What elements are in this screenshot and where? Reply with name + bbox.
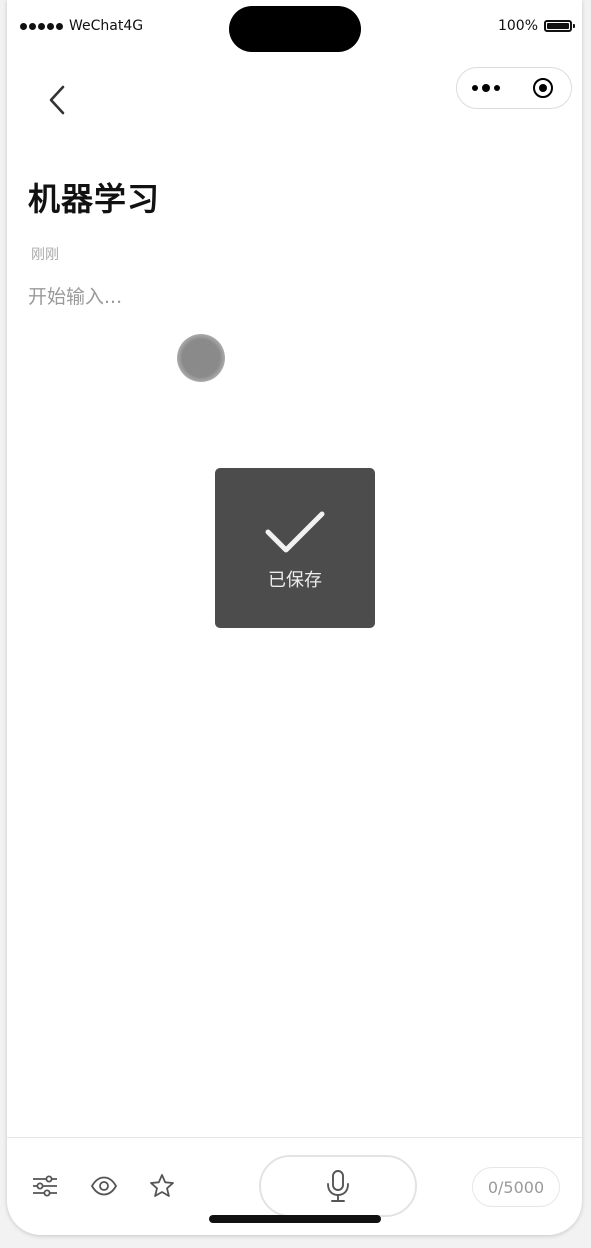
close-miniprogram-button[interactable] <box>514 68 571 108</box>
character-count: 0/5000 <box>472 1167 560 1207</box>
touch-indicator <box>177 334 225 382</box>
bottom-divider <box>7 1137 582 1138</box>
microphone-icon <box>327 1170 349 1202</box>
chevron-left-icon <box>49 85 65 115</box>
voice-input-button[interactable] <box>259 1155 417 1217</box>
miniprogram-capsule <box>456 67 572 109</box>
checkmark-icon <box>265 511 325 553</box>
note-body-input[interactable] <box>28 286 548 308</box>
signal-strength-icon <box>20 22 63 30</box>
favorite-button[interactable] <box>146 1170 178 1202</box>
toast-label: 已保存 <box>268 570 322 591</box>
back-button[interactable] <box>37 80 77 120</box>
sliders-icon <box>33 1175 57 1197</box>
note-title[interactable]: 机器学习 <box>28 174 160 220</box>
more-button[interactable] <box>457 68 514 108</box>
status-bar-left: WeChat4G <box>20 18 143 34</box>
more-dots-icon <box>471 84 500 92</box>
preview-button[interactable] <box>88 1170 120 1202</box>
note-timestamp: 刚刚 <box>31 247 59 263</box>
format-settings-button[interactable] <box>29 1170 61 1202</box>
saved-toast: 已保存 <box>215 468 375 628</box>
battery-icon <box>544 20 575 32</box>
battery-percent: 100% <box>497 18 538 34</box>
status-bar-right: 100% <box>497 18 575 34</box>
carrier-label: WeChat4G <box>69 18 144 34</box>
star-icon <box>150 1174 174 1197</box>
home-indicator <box>209 1215 381 1223</box>
target-icon <box>532 78 553 98</box>
eye-icon <box>90 1176 118 1196</box>
dynamic-island <box>229 6 361 52</box>
phone-screen: WeChat4G 100% 机器学习 刚刚 已保存 <box>7 0 582 1235</box>
